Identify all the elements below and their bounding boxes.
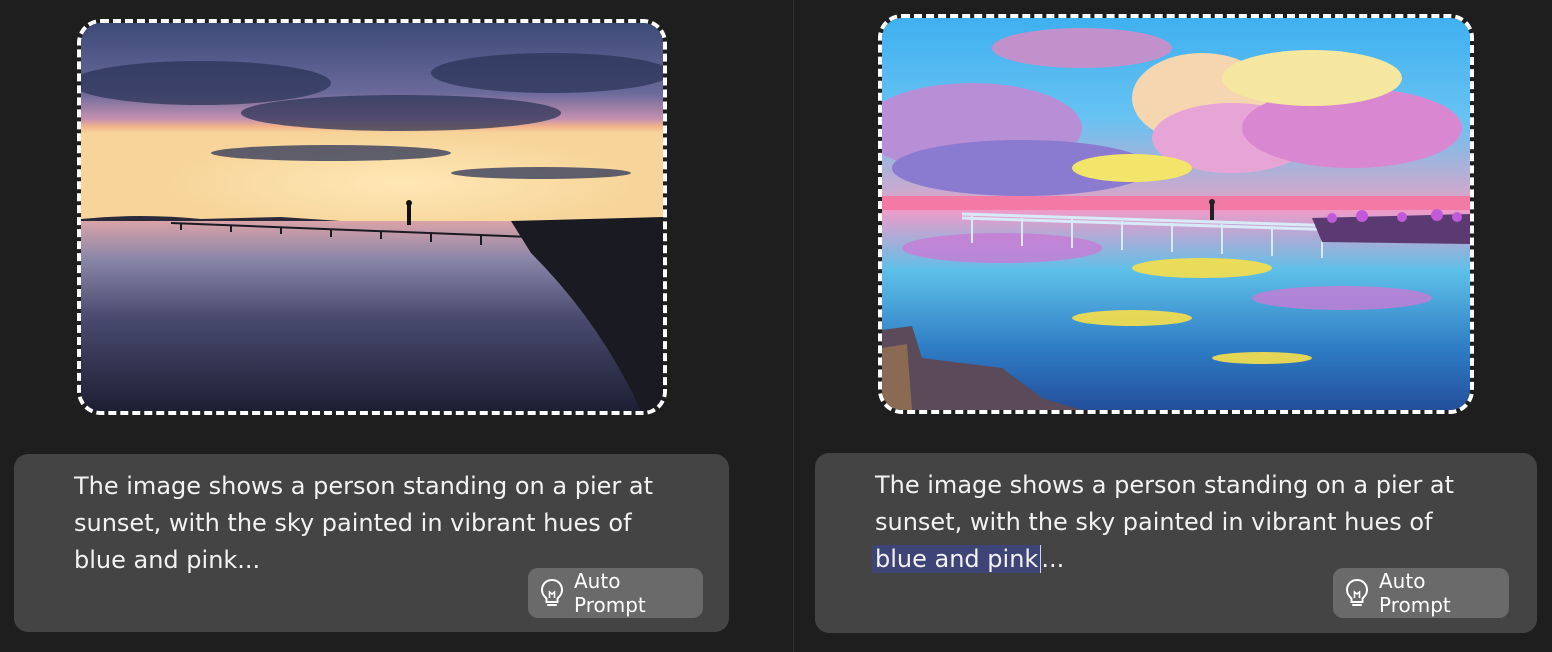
comparison-page: The image shows a person standing on a p… <box>0 0 1552 652</box>
prompt-line-2: sunset, with the sky painted in vibrant … <box>875 508 1433 536</box>
prompt-line-1: The image shows a person standing on a p… <box>74 472 653 500</box>
prompt-text[interactable]: The image shows a person standing on a p… <box>74 468 674 579</box>
anime-pier-illustration <box>882 18 1470 410</box>
selected-text[interactable]: blue and pink <box>872 545 1042 573</box>
prompt-line-1: The image shows a person standing on a p… <box>875 471 1454 499</box>
stylized-image-dropzone[interactable] <box>878 14 1474 414</box>
prompt-box[interactable]: The image shows a person standing on a p… <box>14 454 729 632</box>
prompt-text[interactable]: The image shows a person standing on a p… <box>872 467 1475 578</box>
left-panel: The image shows a person standing on a p… <box>0 0 793 652</box>
auto-prompt-label: Auto Prompt <box>1379 569 1451 617</box>
right-panel: The image shows a person standing on a p… <box>794 0 1552 652</box>
prompt-line-3: blue and pink... <box>74 546 261 574</box>
sunset-pier-photo <box>81 23 663 411</box>
prompt-line-3-tail: ... <box>1041 545 1065 573</box>
prompt-box[interactable]: The image shows a person standing on a p… <box>815 453 1537 633</box>
lightbulb-icon <box>538 577 566 609</box>
auto-prompt-button[interactable]: Auto Prompt <box>528 568 703 618</box>
photo-dropzone[interactable] <box>77 19 667 415</box>
lightbulb-icon <box>1343 577 1371 609</box>
prompt-line-2: sunset, with the sky painted in vibrant … <box>74 509 632 537</box>
auto-prompt-label: Auto Prompt <box>574 569 646 617</box>
auto-prompt-button[interactable]: Auto Prompt <box>1333 568 1509 618</box>
